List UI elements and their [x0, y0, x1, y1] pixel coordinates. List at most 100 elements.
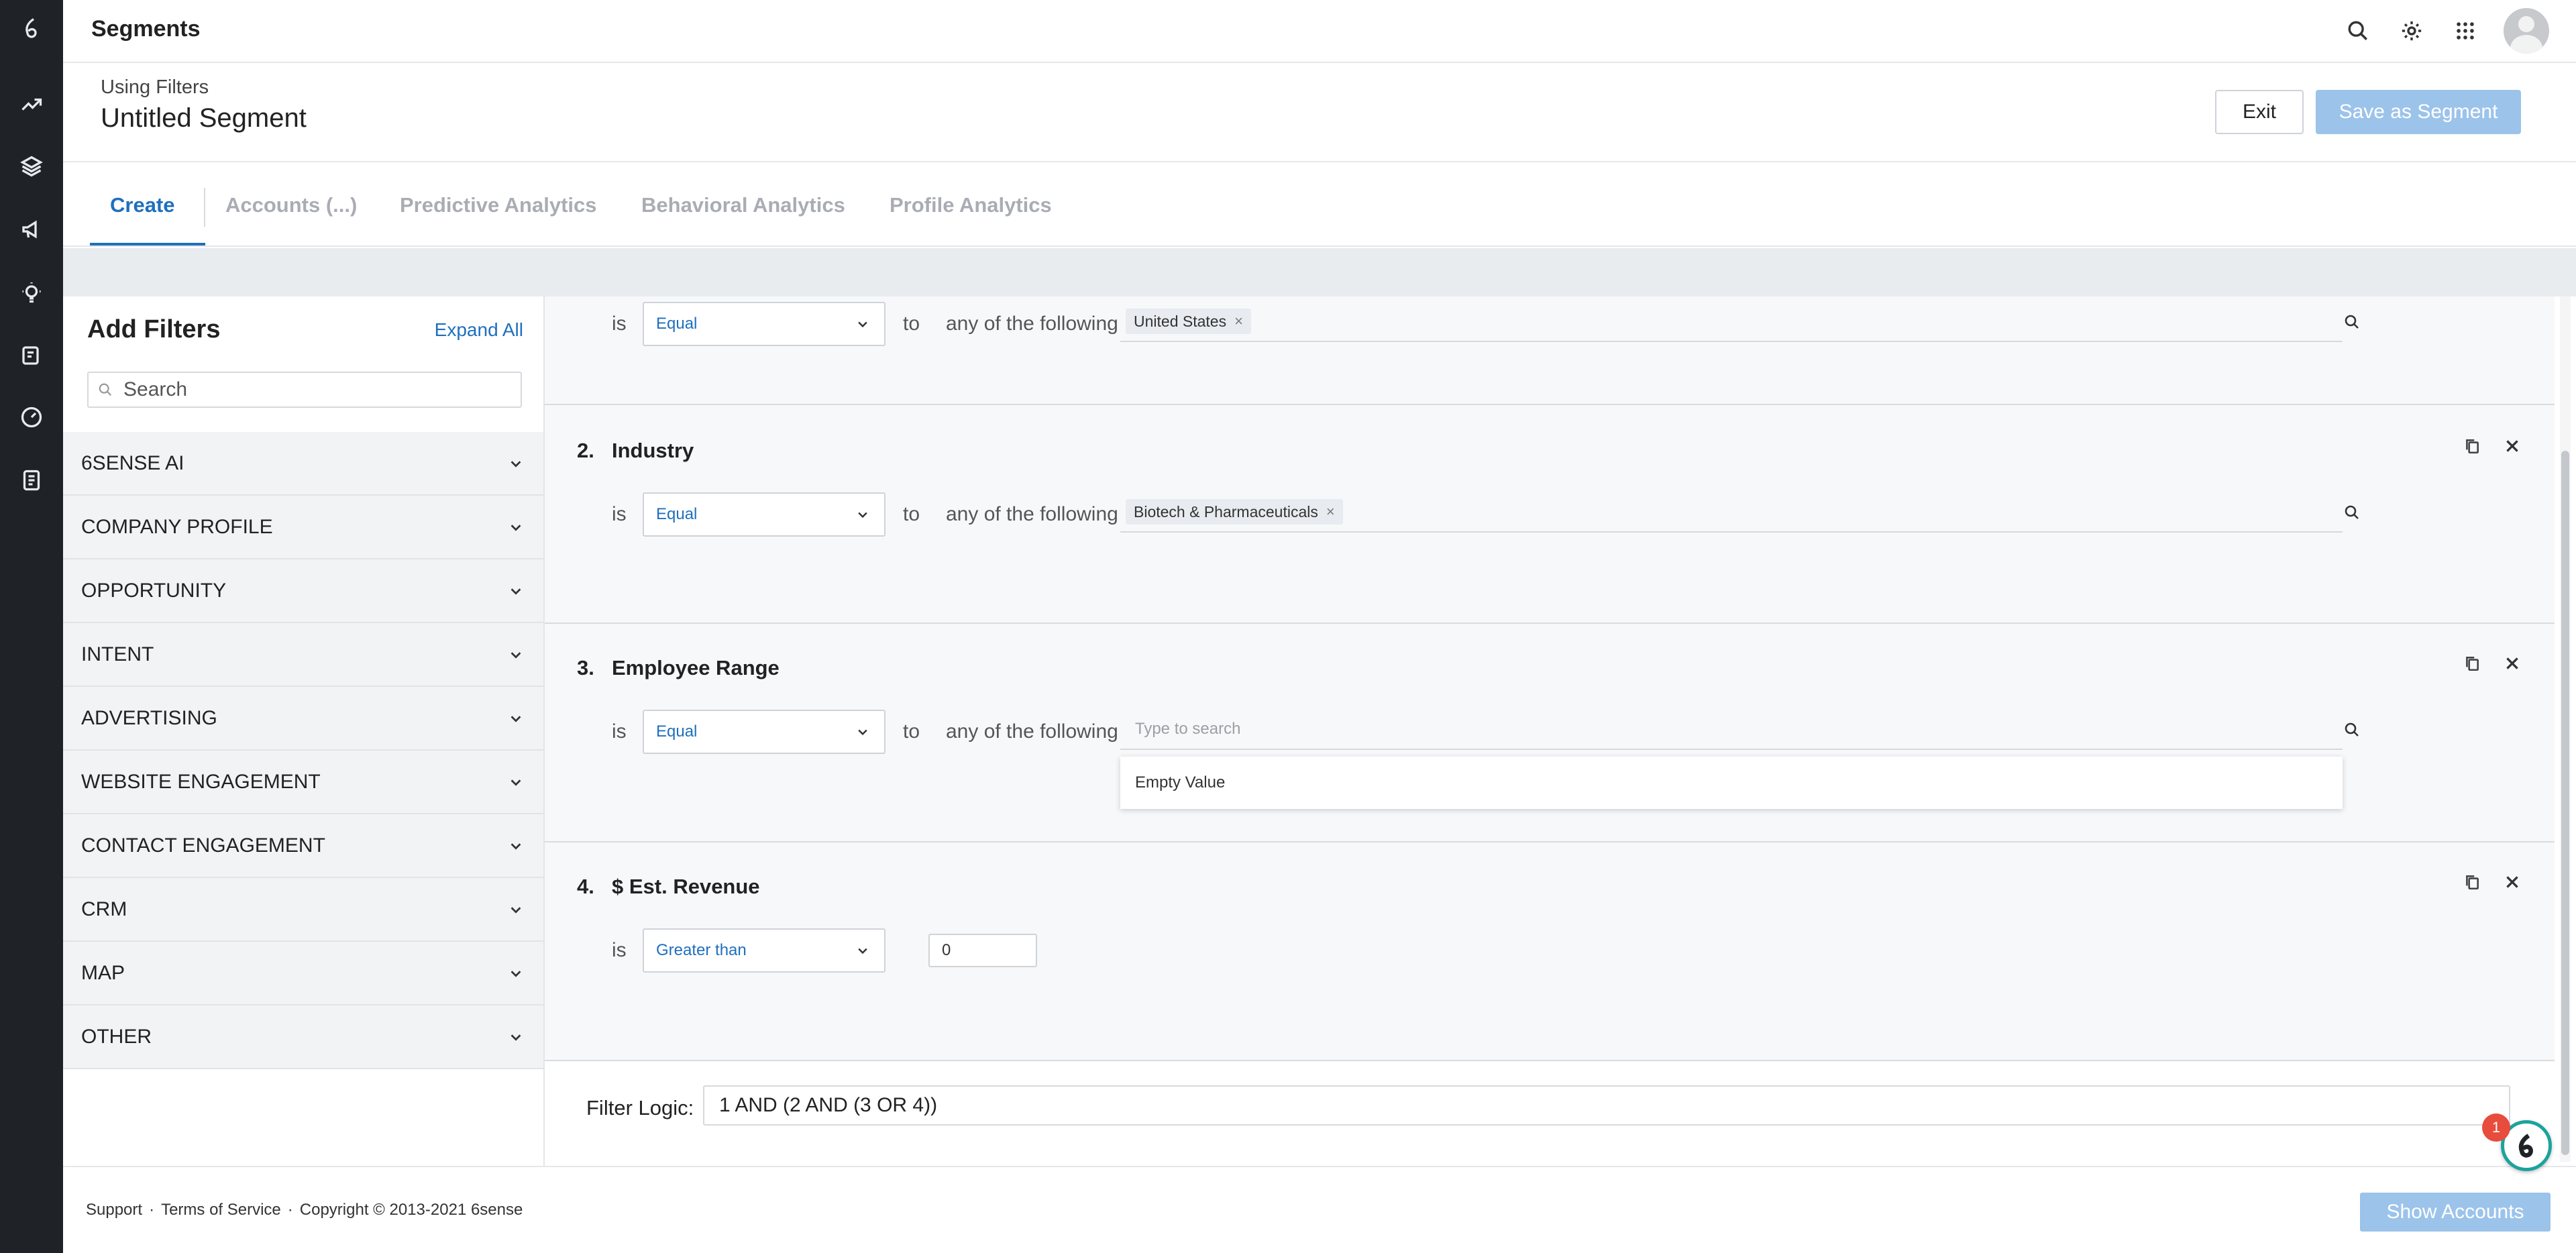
filter-search-box[interactable] — [87, 372, 522, 408]
dropdown-option[interactable]: Empty Value — [1135, 773, 1225, 792]
tab-predictive-analytics[interactable]: Predictive Analytics — [400, 193, 597, 217]
filter-block-1: is Equal to any of the following United … — [545, 296, 2555, 405]
show-accounts-button[interactable]: Show Accounts — [2360, 1193, 2551, 1232]
connector-text: to — [903, 313, 920, 335]
notification-badge: 1 — [2482, 1113, 2510, 1142]
operator-prefix: is — [612, 939, 627, 961]
tab-behavioral-analytics[interactable]: Behavioral Analytics — [641, 193, 845, 217]
category-label: 6SENSE AI — [81, 451, 184, 474]
trending-icon[interactable] — [18, 91, 45, 118]
value-chip: United States × — [1126, 309, 1251, 334]
values-multiselect[interactable]: Biotech & Pharmaceuticals × — [1120, 492, 2359, 533]
chevron-down-icon — [511, 588, 521, 595]
filter-builder: is Equal to any of the following United … — [545, 296, 2557, 1166]
category-map[interactable]: MAP — [63, 942, 543, 1005]
expand-all-link[interactable]: Expand All — [435, 319, 523, 341]
close-icon[interactable] — [2504, 655, 2521, 672]
operator-select[interactable]: Equal — [643, 492, 885, 537]
copy-icon[interactable] — [2463, 873, 2481, 891]
category-advertising[interactable]: ADVERTISING — [63, 687, 543, 751]
operator-value: Greater than — [656, 941, 747, 959]
category-other[interactable]: OTHER — [63, 1005, 543, 1069]
operator-prefix: is — [612, 720, 627, 743]
chip-label: United States — [1134, 312, 1227, 330]
tab-accounts[interactable]: Accounts (...) — [225, 193, 357, 217]
remove-chip-icon[interactable]: × — [1234, 313, 1243, 330]
edit-document-icon[interactable] — [18, 342, 45, 369]
tab-create[interactable]: Create — [110, 193, 175, 217]
footer-links: Support · Terms of Service · Copyright ©… — [86, 1201, 523, 1219]
category-crm[interactable]: CRM — [63, 878, 543, 942]
category-contact-engagement[interactable]: CONTACT ENGAGEMENT — [63, 814, 543, 878]
value-chip: Biotech & Pharmaceuticals × — [1126, 499, 1343, 525]
layers-icon[interactable] — [18, 153, 45, 180]
reports-icon[interactable] — [18, 467, 45, 494]
filter-name: Employee Range — [612, 656, 780, 679]
operator-select[interactable]: Greater than — [643, 928, 885, 973]
6sense-logo-icon[interactable] — [18, 15, 45, 42]
top-icons — [2343, 8, 2549, 54]
remove-chip-icon[interactable]: × — [1326, 503, 1335, 521]
scrollbar[interactable] — [2560, 296, 2571, 1162]
filter-block-2: 2. Industry is Equal to any of the follow… — [545, 405, 2555, 624]
search-icon — [2344, 722, 2360, 738]
add-filters-title: Add Filters — [87, 315, 221, 343]
tab-divider — [204, 188, 205, 227]
filter-name: Industry — [612, 439, 694, 462]
segment-subtitle: Using Filters — [101, 76, 209, 98]
any-of-label: any of the following — [946, 720, 1118, 743]
support-link[interactable]: Support — [86, 1201, 142, 1219]
gear-icon[interactable] — [2396, 15, 2427, 46]
value-search-input[interactable] — [1135, 720, 2141, 739]
avatar[interactable] — [2504, 8, 2549, 54]
category-opportunity[interactable]: OPPORTUNITY — [63, 559, 543, 623]
lightbulb-icon[interactable] — [18, 279, 45, 306]
segment-header: Using Filters Untitled Segment Exit Save… — [63, 63, 2576, 162]
category-intent[interactable]: INTENT — [63, 623, 543, 687]
close-icon[interactable] — [2504, 873, 2521, 891]
operator-select[interactable]: Equal — [643, 710, 885, 754]
values-multiselect[interactable]: United States × — [1120, 302, 2359, 342]
chevron-down-icon — [511, 842, 521, 850]
operator-select[interactable]: Equal — [643, 302, 885, 346]
gauge-icon[interactable] — [18, 404, 45, 431]
filter-logic-input[interactable] — [703, 1085, 2510, 1126]
revenue-value-input[interactable] — [928, 934, 1037, 967]
terms-link[interactable]: Terms of Service — [161, 1201, 281, 1219]
category-company-profile[interactable]: COMPANY PROFILE — [63, 496, 543, 559]
megaphone-icon[interactable] — [18, 216, 45, 243]
category-website-engagement[interactable]: WEBSITE ENGAGEMENT — [63, 751, 543, 814]
chevron-down-icon — [511, 1034, 521, 1041]
chevron-down-icon — [511, 715, 521, 722]
category-label: MAP — [81, 961, 125, 984]
category-6sense-ai[interactable]: 6SENSE AI — [63, 432, 543, 496]
apps-grid-icon[interactable] — [2450, 15, 2481, 46]
chevron-down-icon — [858, 512, 867, 519]
scrollbar-thumb[interactable] — [2561, 451, 2569, 1155]
filter-block-3: 3. Employee Range is Equal to any of the … — [545, 624, 2555, 842]
search-icon[interactable] — [2343, 15, 2373, 46]
operator-value: Equal — [656, 315, 698, 333]
copy-icon[interactable] — [2463, 437, 2481, 455]
copy-icon[interactable] — [2463, 655, 2481, 672]
filter-name: $ Est. Revenue — [612, 875, 760, 898]
values-multiselect[interactable] — [1120, 710, 2359, 750]
top-bar: Segments — [63, 0, 2576, 63]
connector-text: to — [903, 720, 920, 743]
search-icon — [2344, 314, 2360, 330]
chevron-down-icon — [511, 779, 521, 786]
exit-button[interactable]: Exit — [2215, 90, 2304, 134]
filter-row: is Equal to any of the following — [612, 710, 2490, 754]
tab-profile-analytics[interactable]: Profile Analytics — [890, 193, 1052, 217]
operator-prefix: is — [612, 503, 627, 525]
footer-separator: · — [287, 1201, 293, 1219]
chevron-down-icon — [858, 321, 867, 328]
filter-search-input[interactable] — [123, 378, 513, 401]
category-label: COMPANY PROFILE — [81, 515, 273, 538]
segment-name[interactable]: Untitled Segment — [101, 103, 307, 133]
chevron-down-icon — [511, 970, 521, 977]
value-dropdown: Empty Value — [1120, 757, 2343, 809]
close-icon[interactable] — [2504, 437, 2521, 455]
add-filters-panel: Add Filters Expand All 6SENSE AI COMPANY… — [63, 296, 545, 1166]
save-as-segment-button[interactable]: Save as Segment — [2316, 90, 2521, 134]
